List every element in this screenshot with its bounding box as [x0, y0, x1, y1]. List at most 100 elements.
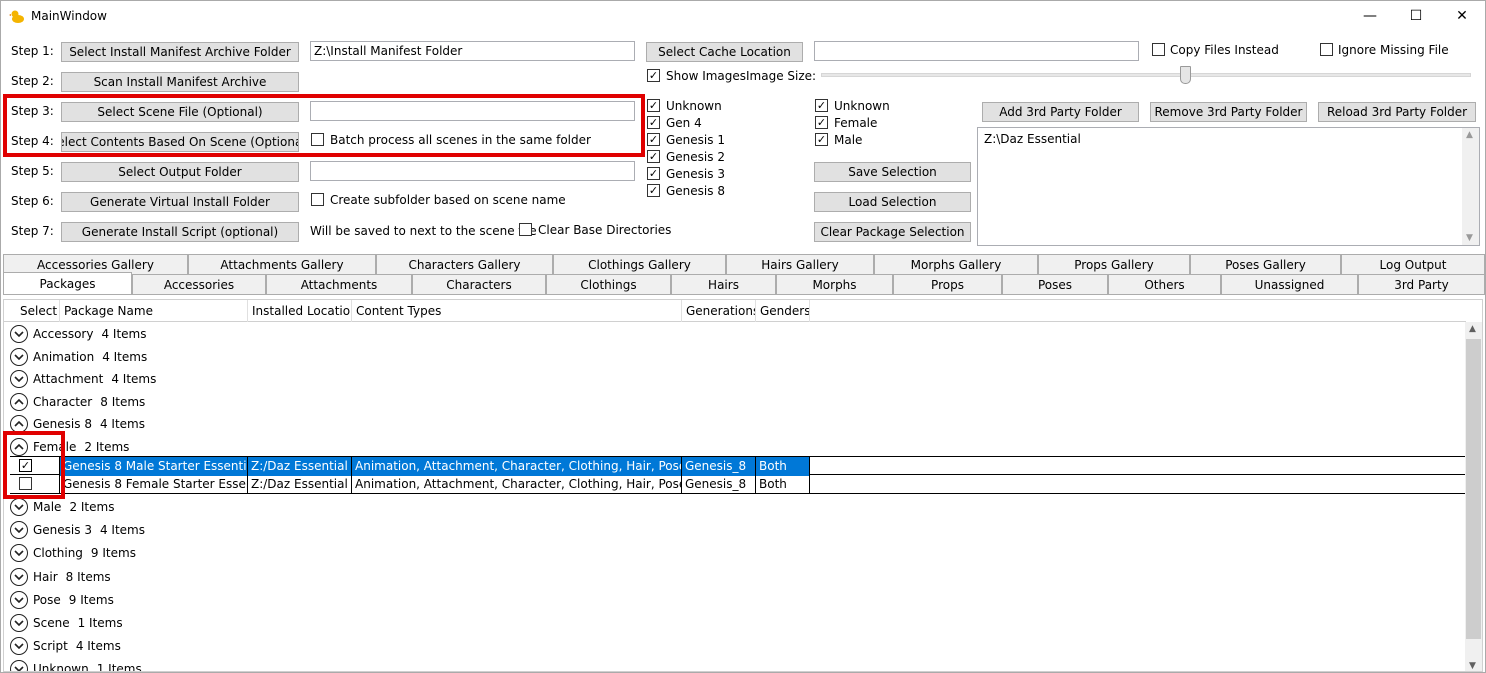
tab-log-output[interactable]: Log Output [1341, 254, 1485, 274]
group-name: Genesis 8 [33, 417, 92, 432]
expander-icon[interactable] [10, 347, 28, 366]
minimize-icon: — [1363, 8, 1377, 24]
third-party-folder-item[interactable]: Z:\Daz Essential [984, 132, 1081, 146]
generation-checkbox[interactable]: ✓ [647, 133, 660, 146]
generation-checkbox[interactable]: ✓ [647, 184, 660, 197]
scroll-up-icon[interactable]: ▲ [1466, 130, 1473, 140]
group-row[interactable]: Hair 8 Items [4, 566, 111, 588]
tab-attachments-gallery[interactable]: Attachments Gallery [188, 254, 376, 274]
tab-characters[interactable]: Characters [412, 274, 546, 294]
gender-checkbox[interactable]: ✓ [815, 116, 828, 129]
expander-icon[interactable] [10, 567, 28, 586]
minimize-button[interactable]: — [1347, 1, 1393, 31]
group-row[interactable]: Attachment 4 Items [4, 368, 156, 390]
expander-icon[interactable] [10, 637, 28, 656]
scan-manifest-button[interactable]: Scan Install Manifest Archive [61, 72, 299, 92]
group-row[interactable]: Unknown 1 Items [4, 658, 142, 671]
group-row[interactable]: Clothing 9 Items [4, 542, 136, 564]
tab-3rd-party[interactable]: 3rd Party [1358, 274, 1485, 294]
manifest-folder-field[interactable]: Z:\Install Manifest Folder [310, 41, 635, 61]
column-header-generations[interactable]: Generations [682, 300, 756, 322]
group-row[interactable]: Scene 1 Items [4, 612, 123, 634]
group-row[interactable]: Pose 9 Items [4, 589, 114, 611]
grid-scroll-down-icon[interactable]: ▼ [1469, 661, 1476, 671]
tab-clothings[interactable]: Clothings [546, 274, 671, 294]
ignore-missing-checkbox[interactable] [1320, 43, 1333, 56]
expander-icon[interactable] [10, 660, 28, 671]
generation-checkbox[interactable]: ✓ [647, 167, 660, 180]
expander-icon[interactable] [10, 498, 28, 516]
select-cache-location-button[interactable]: Select Cache Location [646, 42, 803, 62]
group-row[interactable]: Script 4 Items [4, 635, 121, 657]
expander-icon[interactable] [10, 392, 28, 411]
scroll-down-icon[interactable]: ▼ [1466, 233, 1473, 243]
reload-3rd-party-folder-button[interactable]: Reload 3rd Party Folder [1318, 102, 1476, 122]
remove-3rd-party-folder-button[interactable]: Remove 3rd Party Folder [1150, 102, 1307, 122]
expander-icon[interactable] [10, 370, 28, 389]
table-row[interactable]: ✓ Genesis 8 Male Starter Essentials Z:/Daz… [10, 456, 1466, 476]
generate-install-script-button[interactable]: Generate Install Script (optional) [61, 222, 299, 242]
column-header-installed-location[interactable]: Installed Location [248, 300, 352, 322]
generation-checkbox[interactable]: ✓ [647, 116, 660, 129]
output-folder-field[interactable] [310, 161, 635, 181]
grid-scrollbar-thumb[interactable] [1466, 339, 1481, 639]
image-size-slider-thumb[interactable] [1180, 66, 1191, 84]
gender-checkbox[interactable]: ✓ [815, 133, 828, 146]
select-manifest-folder-button[interactable]: Select Install Manifest Archive Folder [61, 42, 299, 62]
tab-morphs[interactable]: Morphs [776, 274, 893, 294]
group-row[interactable]: Animation 4 Items [4, 346, 147, 368]
add-3rd-party-folder-button[interactable]: Add 3rd Party Folder [982, 102, 1139, 122]
third-party-scrollbar[interactable]: ▲ ▼ [1462, 128, 1479, 245]
group-row[interactable]: Character 8 Items [4, 391, 145, 413]
expander-icon[interactable] [10, 521, 28, 540]
window-title: MainWindow [31, 9, 107, 23]
generation-checkbox[interactable]: ✓ [647, 99, 660, 112]
column-header-select[interactable]: Select [16, 300, 60, 322]
grid-scroll-up-icon[interactable]: ▲ [1469, 324, 1476, 334]
select-output-folder-button[interactable]: Select Output Folder [61, 162, 299, 182]
third-party-folder-list[interactable]: Z:\Daz Essential ▲ ▼ [977, 127, 1480, 246]
image-size-slider-track[interactable] [821, 73, 1471, 77]
copy-files-checkbox[interactable] [1152, 43, 1165, 56]
cache-location-field[interactable] [814, 41, 1139, 61]
generation-checkbox[interactable]: ✓ [647, 150, 660, 163]
tab-morphs-gallery[interactable]: Morphs Gallery [874, 254, 1038, 274]
tab-accessories-gallery[interactable]: Accessories Gallery [3, 254, 188, 274]
show-images-checkbox[interactable]: ✓ [647, 69, 660, 82]
tab-hairs[interactable]: Hairs [671, 274, 776, 294]
gender-checkbox[interactable]: ✓ [815, 99, 828, 112]
column-header-genders[interactable]: Genders [756, 300, 810, 322]
tab-accessories[interactable]: Accessories [132, 274, 266, 294]
close-button[interactable]: ✕ [1439, 1, 1485, 31]
clear-package-selection-button[interactable]: Clear Package Selection [814, 222, 971, 242]
tab-characters-gallery[interactable]: Characters Gallery [376, 254, 553, 274]
load-selection-button[interactable]: Load Selection [814, 192, 971, 212]
tab-hairs-gallery[interactable]: Hairs Gallery [726, 254, 874, 274]
expander-icon[interactable] [10, 590, 28, 609]
clear-base-dirs-checkbox[interactable] [519, 223, 532, 236]
tab-packages[interactable]: Packages [3, 272, 132, 294]
group-row[interactable]: Male 2 Items [4, 496, 114, 518]
table-row[interactable]: Genesis 8 Female Starter EssentialsZ:/Da… [10, 475, 1466, 494]
generate-virtual-folder-button[interactable]: Generate Virtual Install Folder [61, 192, 299, 212]
tab-poses-gallery[interactable]: Poses Gallery [1190, 254, 1341, 274]
column-header-package-name[interactable]: Package Name [60, 300, 248, 322]
expander-icon[interactable] [10, 614, 28, 632]
create-subfolder-checkbox[interactable] [311, 193, 324, 206]
group-name: Genesis 3 [33, 523, 92, 538]
tab-unassigned[interactable]: Unassigned [1221, 274, 1358, 294]
group-row[interactable]: Genesis 3 4 Items [4, 519, 145, 541]
save-selection-button[interactable]: Save Selection [814, 162, 971, 182]
tab-props-gallery[interactable]: Props Gallery [1038, 254, 1190, 274]
maximize-button[interactable]: ☐ [1393, 1, 1439, 31]
tab-others[interactable]: Others [1108, 274, 1221, 294]
expander-icon[interactable] [10, 325, 28, 343]
column-header-content-types[interactable]: Content Types [352, 300, 682, 322]
tab-props[interactable]: Props [893, 274, 1002, 294]
expander-icon[interactable] [10, 544, 28, 563]
tab-attachments[interactable]: Attachments [266, 274, 412, 294]
group-row[interactable]: Accessory 4 Items [4, 323, 147, 345]
tab-clothings-gallery[interactable]: Clothings Gallery [553, 254, 726, 274]
grid-scrollbar[interactable]: ▲ ▼ [1465, 322, 1482, 671]
tab-poses[interactable]: Poses [1002, 274, 1108, 294]
